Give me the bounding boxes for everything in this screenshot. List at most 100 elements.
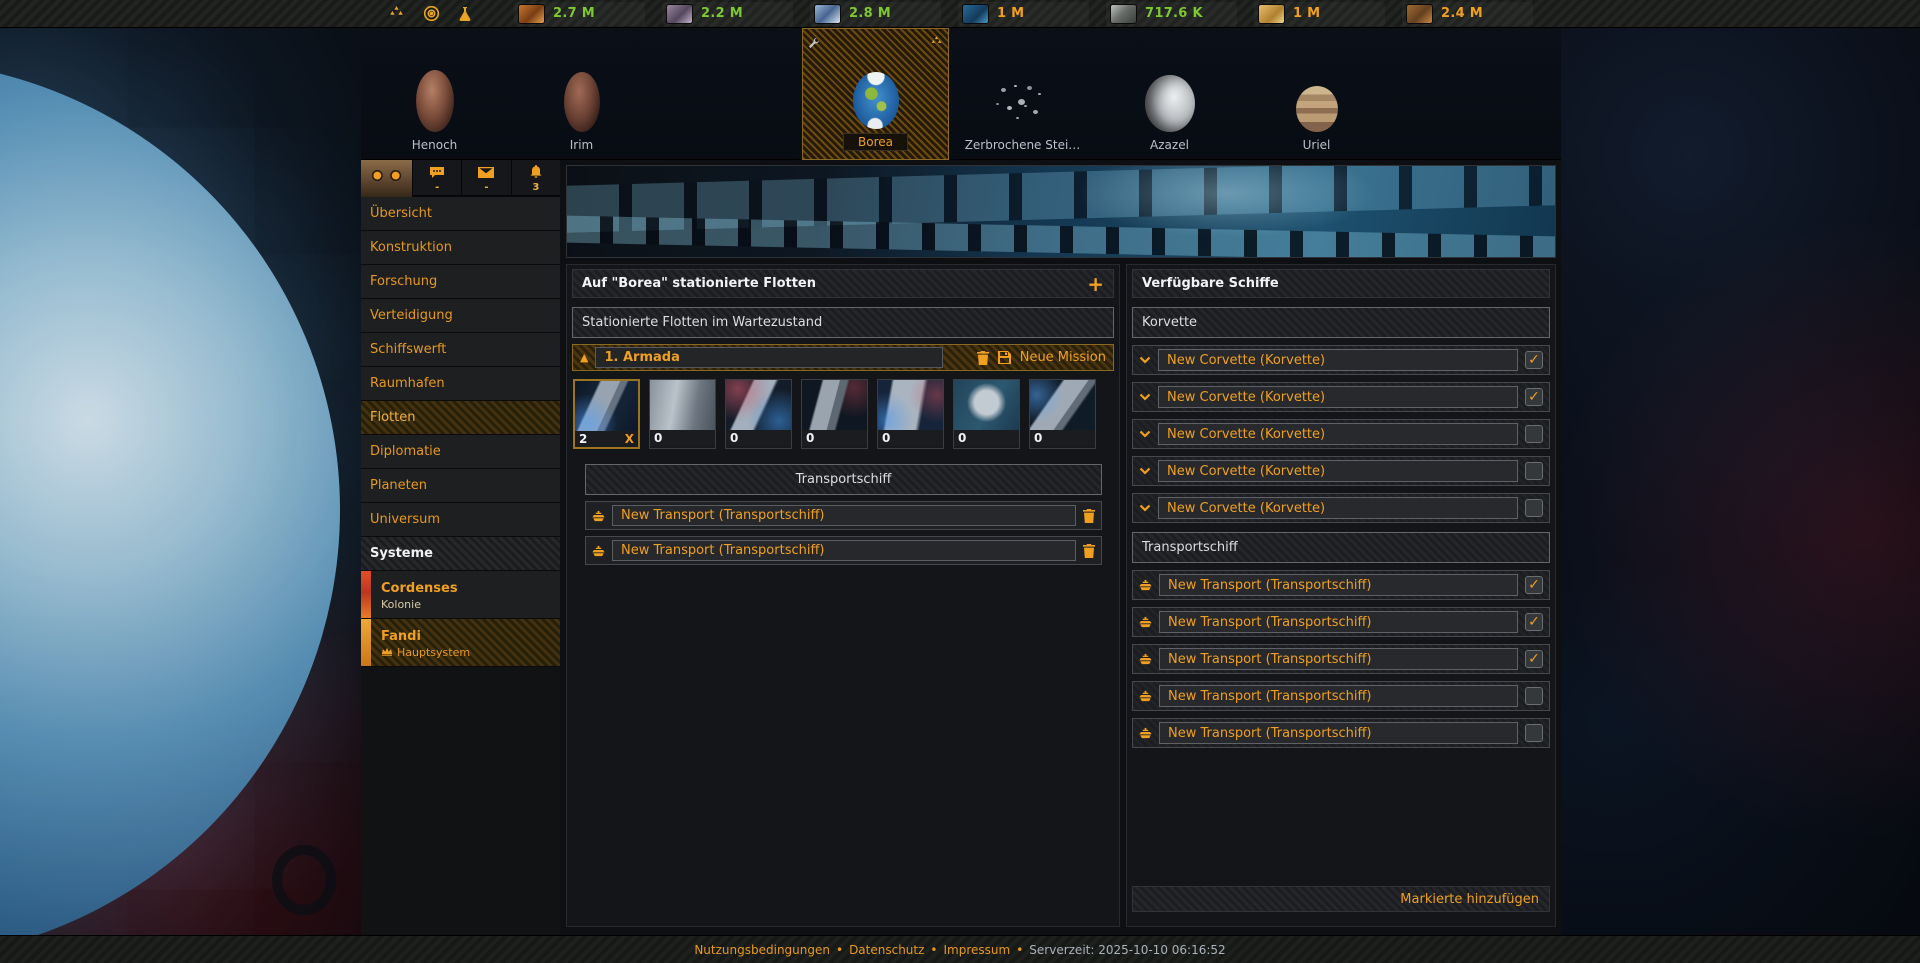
imprint-link[interactable]: Impressum <box>944 943 1011 957</box>
ship-slot-2[interactable]: 0 <box>649 379 716 449</box>
chevron-down-icon[interactable] <box>1139 504 1151 512</box>
planet-irim[interactable]: Irim <box>508 28 655 160</box>
save-fleet-button[interactable] <box>998 351 1011 364</box>
transport-ship-icon[interactable] <box>1139 727 1152 739</box>
stationed-fleets-header: Auf "Borea" stationierte Flotten + <box>572 269 1114 298</box>
footer-separator: • <box>836 943 843 957</box>
sidebar-item-uebersicht[interactable]: Übersicht <box>361 197 560 231</box>
ship-name-input[interactable]: New Transport (Transportschiff) <box>1159 722 1518 744</box>
planet-zerbrochene-steine[interactable]: Zerbrochene Stei… <box>949 28 1096 160</box>
select-ship-checkbox[interactable] <box>1525 462 1543 480</box>
sidebar-item-universum[interactable]: Universum <box>361 503 560 537</box>
ship-slot-6[interactable]: 0 <box>953 379 1020 449</box>
ship-slot-3[interactable]: 0 <box>725 379 792 449</box>
ship-name-input[interactable]: New Corvette (Korvette) <box>1158 497 1518 519</box>
available-transport-row-4: New Transport (Transportschiff) <box>1132 681 1550 711</box>
planet-name: Henoch <box>412 138 458 152</box>
sidebar-item-flotten[interactable]: Flotten <box>361 401 560 435</box>
chevron-down-icon[interactable] <box>1139 393 1151 401</box>
avatar[interactable] <box>361 160 413 197</box>
remove-ships-button[interactable]: X <box>625 432 634 446</box>
select-ship-checkbox[interactable] <box>1525 576 1543 594</box>
fleet-warning-icon[interactable] <box>388 6 405 21</box>
alerts-button[interactable]: 3 <box>512 160 560 195</box>
sidebar-item-planeten[interactable]: Planeten <box>361 469 560 503</box>
select-ship-checkbox[interactable] <box>1525 613 1543 631</box>
planet-name: Zerbrochene Stei… <box>965 138 1081 152</box>
transport-name-input[interactable]: New Transport (Transportschiff) <box>612 540 1076 561</box>
add-fleet-button[interactable]: + <box>1087 274 1104 294</box>
ship-name-input[interactable]: New Corvette (Korvette) <box>1158 460 1518 482</box>
transport-name-input[interactable]: New Transport (Transportschiff) <box>612 505 1076 526</box>
mail-button[interactable]: - <box>462 160 511 195</box>
select-ship-checkbox[interactable] <box>1525 499 1543 517</box>
system-fandi[interactable]: Fandi Hauptsystem <box>361 619 560 667</box>
collapse-icon[interactable]: ▲ <box>580 351 588 364</box>
ship-slot-7[interactable]: 0 <box>1029 379 1096 449</box>
system-cordenses[interactable]: Cordenses Kolonie <box>361 571 560 619</box>
home-stripe <box>361 619 371 666</box>
ship-slot-5[interactable]: 0 <box>877 379 944 449</box>
korvette-section-header: Korvette <box>1132 307 1550 338</box>
sidebar-item-forschung[interactable]: Forschung <box>361 265 560 299</box>
orbit-scan-icon[interactable] <box>423 5 440 22</box>
planet-irim-image <box>564 72 600 132</box>
terms-link[interactable]: Nutzungsbedingungen <box>694 943 830 957</box>
sidebar-item-schiffswerft[interactable]: Schiffswerft <box>361 333 560 367</box>
transport-ship-icon[interactable] <box>1139 653 1152 665</box>
delete-transport-button[interactable] <box>1083 544 1095 558</box>
system-name: Fandi <box>381 629 421 644</box>
wrench-icon <box>808 34 820 53</box>
add-marked-button[interactable]: Markierte hinzufügen <box>1400 892 1539 907</box>
delete-transport-button[interactable] <box>1083 509 1095 523</box>
sidebar-item-verteidigung[interactable]: Verteidigung <box>361 299 560 333</box>
fleet-name-input[interactable]: 1. Armada <box>595 347 943 368</box>
mail-count: - <box>484 183 488 193</box>
planet-uriel[interactable]: Uriel <box>1243 28 1390 160</box>
game-area: Henoch Irim Borea Zerbrochene Stei… Azaz… <box>361 28 1561 935</box>
transport-ship-icon[interactable] <box>1139 616 1152 628</box>
water-icon <box>962 4 989 24</box>
transport-ship-icon[interactable] <box>1139 579 1152 591</box>
transportschiff-section-header: Transportschiff <box>1132 532 1550 563</box>
ship-name-input[interactable]: New Transport (Transportschiff) <box>1159 685 1518 707</box>
resource-wood: 2.4 M <box>1402 2 1533 26</box>
sidebar-item-diplomatie[interactable]: Diplomatie <box>361 435 560 469</box>
planet-borea[interactable]: Borea <box>802 28 949 160</box>
fleet-row-armada[interactable]: ▲ 1. Armada Neue Mission <box>572 344 1114 371</box>
delete-fleet-button[interactable] <box>977 351 989 365</box>
select-ship-checkbox[interactable] <box>1525 650 1543 668</box>
select-ship-checkbox[interactable] <box>1525 425 1543 443</box>
ship-name-input[interactable]: New Corvette (Korvette) <box>1158 423 1518 445</box>
sidebar-item-konstruktion[interactable]: Konstruktion <box>361 231 560 265</box>
chevron-down-icon[interactable] <box>1139 430 1151 438</box>
ship-name-input[interactable]: New Corvette (Korvette) <box>1158 386 1518 408</box>
ship-name-input[interactable]: New Transport (Transportschiff) <box>1159 611 1518 633</box>
new-mission-button[interactable]: Neue Mission <box>1020 350 1106 365</box>
planet-henoch[interactable]: Henoch <box>361 28 508 160</box>
research-flask-icon[interactable] <box>458 6 472 22</box>
fleet-ship-slots: 2 X 0 0 <box>572 379 1114 449</box>
transport-section-header: Transportschiff <box>585 464 1102 495</box>
ship-slot-1[interactable]: 2 X <box>573 379 640 449</box>
ship-slot-4[interactable]: 0 <box>801 379 868 449</box>
command-center-banner <box>566 165 1556 258</box>
resource-stone: 717.6 K <box>1106 2 1237 26</box>
privacy-link[interactable]: Datenschutz <box>849 943 924 957</box>
transport-ship-icon <box>592 545 605 557</box>
ship-name-input[interactable]: New Corvette (Korvette) <box>1158 349 1518 371</box>
ship-thumbnail <box>954 380 1019 430</box>
transport-ship-icon[interactable] <box>1139 690 1152 702</box>
planet-azazel[interactable]: Azazel <box>1096 28 1243 160</box>
select-ship-checkbox[interactable] <box>1525 351 1543 369</box>
ship-name-input[interactable]: New Transport (Transportschiff) <box>1159 648 1518 670</box>
systems-header: Systeme <box>361 537 560 571</box>
chevron-down-icon[interactable] <box>1139 467 1151 475</box>
sidebar-item-raumhafen[interactable]: Raumhafen <box>361 367 560 401</box>
select-ship-checkbox[interactable] <box>1525 724 1543 742</box>
ship-name-input[interactable]: New Transport (Transportschiff) <box>1159 574 1518 596</box>
select-ship-checkbox[interactable] <box>1525 388 1543 406</box>
chat-button[interactable]: - <box>413 160 462 195</box>
select-ship-checkbox[interactable] <box>1525 687 1543 705</box>
chevron-down-icon[interactable] <box>1139 356 1151 364</box>
